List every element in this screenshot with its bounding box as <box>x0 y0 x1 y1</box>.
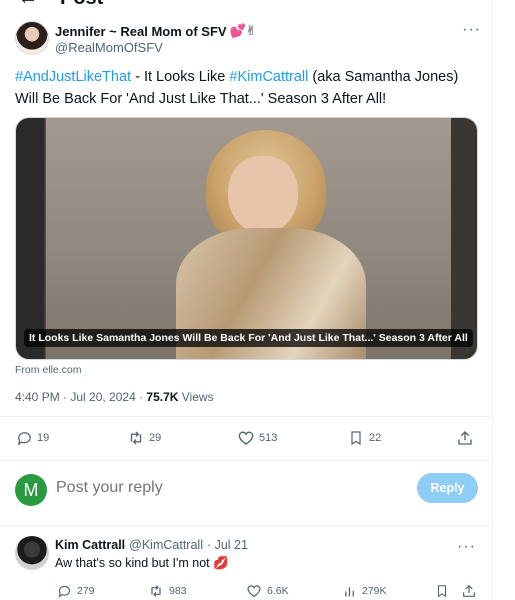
repost-count: 29 <box>149 432 162 444</box>
share-icon <box>460 582 478 600</box>
card-caption: It Looks Like Samantha Jones Will Be Bac… <box>24 329 473 347</box>
reply-icon <box>55 582 73 600</box>
reply-author-name[interactable]: Kim Cattrall <box>55 538 125 552</box>
reply-input[interactable] <box>56 479 356 497</box>
author-avatar[interactable] <box>15 21 49 55</box>
share-action[interactable] <box>456 429 474 447</box>
bookmark-action[interactable]: 22 <box>347 429 381 447</box>
link-card-image[interactable]: It Looks Like Samantha Jones Will Be Bac… <box>15 117 478 360</box>
reply-bookmark-action[interactable] <box>433 582 451 600</box>
reply-action[interactable]: 19 <box>15 429 49 447</box>
post-text: #AndJustLikeThat - It Looks Like #KimCat… <box>15 66 480 110</box>
share-icon <box>456 429 474 447</box>
like-count: 513 <box>259 432 278 444</box>
author-emoji: 💕✌ <box>229 23 257 38</box>
heart-icon <box>237 429 255 447</box>
post-author: Jennifer ~ Real Mom of SFV 💕✌ @RealMomOf… <box>15 21 485 61</box>
reply-button[interactable]: Reply <box>417 473 478 503</box>
more-options-icon[interactable]: ··· <box>457 538 476 556</box>
views-label: Views <box>178 390 214 404</box>
heart-icon <box>245 582 263 600</box>
reply-composer: M Reply <box>15 471 480 507</box>
repost-action[interactable]: 29 <box>127 429 161 447</box>
analytics-icon <box>340 582 358 600</box>
post-page: ← Post Jennifer ~ Real Mom of SFV 💕✌ @Re… <box>0 0 493 600</box>
author-name-row[interactable]: Jennifer ~ Real Mom of SFV 💕✌ <box>55 23 257 39</box>
reply-author-handle[interactable]: @KimCattrall <box>129 538 203 552</box>
more-options-icon[interactable]: ··· <box>462 21 481 39</box>
author-name[interactable]: Jennifer ~ Real Mom of SFV <box>55 24 227 39</box>
bookmark-icon <box>433 582 451 600</box>
reply-views-action[interactable]: 279K <box>340 582 387 600</box>
divider <box>0 460 492 461</box>
reply-actions: 279 983 6.6K 279K <box>55 582 480 600</box>
reply-like-action[interactable]: 6.6K <box>245 582 289 600</box>
post-timestamp[interactable]: 4:40 PM · Jul 20, 2024 · <box>15 390 146 404</box>
reply-reply-action[interactable]: 279 <box>55 582 95 600</box>
reply-header: Kim Cattrall @KimCattrall · Jul 21 <box>55 538 248 552</box>
hashtag-link[interactable]: #KimCattrall <box>229 69 308 85</box>
divider <box>0 416 492 417</box>
reply-repost-count: 983 <box>169 585 187 597</box>
reply-share-action[interactable] <box>460 582 478 600</box>
top-bar: ← Post <box>0 0 492 10</box>
repost-icon <box>127 429 145 447</box>
reply-post[interactable]: Kim Cattrall @KimCattrall · Jul 21 ··· A… <box>15 536 480 600</box>
reply-date[interactable]: · Jul 21 <box>207 538 248 552</box>
like-action[interactable]: 513 <box>237 429 277 447</box>
back-arrow-icon[interactable]: ← <box>18 0 38 10</box>
reply-views-count: 279K <box>362 585 387 597</box>
author-handle[interactable]: @RealMomOfSFV <box>55 40 163 55</box>
divider <box>0 525 492 526</box>
post-text-segment: - It Looks Like <box>131 69 230 85</box>
post-meta: 4:40 PM · Jul 20, 2024 · 75.7K Views <box>15 390 214 404</box>
page-title: Post <box>60 0 103 10</box>
reply-text: Aw that's so kind but I'm not 💋 <box>55 556 229 570</box>
photo-subject-face <box>228 156 298 234</box>
post-actions: 19 29 513 22 <box>15 429 480 449</box>
views-count: 75.7K <box>146 390 179 404</box>
bookmark-icon <box>347 429 365 447</box>
reply-repost-action[interactable]: 983 <box>147 582 187 600</box>
reply-count: 19 <box>37 432 50 444</box>
my-avatar[interactable]: M <box>15 474 47 506</box>
reply-like-count: 6.6K <box>267 585 289 597</box>
card-source[interactable]: From elle.com <box>15 364 82 376</box>
hashtag-link[interactable]: #AndJustLikeThat <box>15 69 131 85</box>
bookmark-count: 22 <box>369 432 382 444</box>
repost-icon <box>147 582 165 600</box>
reply-reply-count: 279 <box>77 585 95 597</box>
reply-author-avatar[interactable] <box>15 536 49 570</box>
reply-icon <box>15 429 33 447</box>
